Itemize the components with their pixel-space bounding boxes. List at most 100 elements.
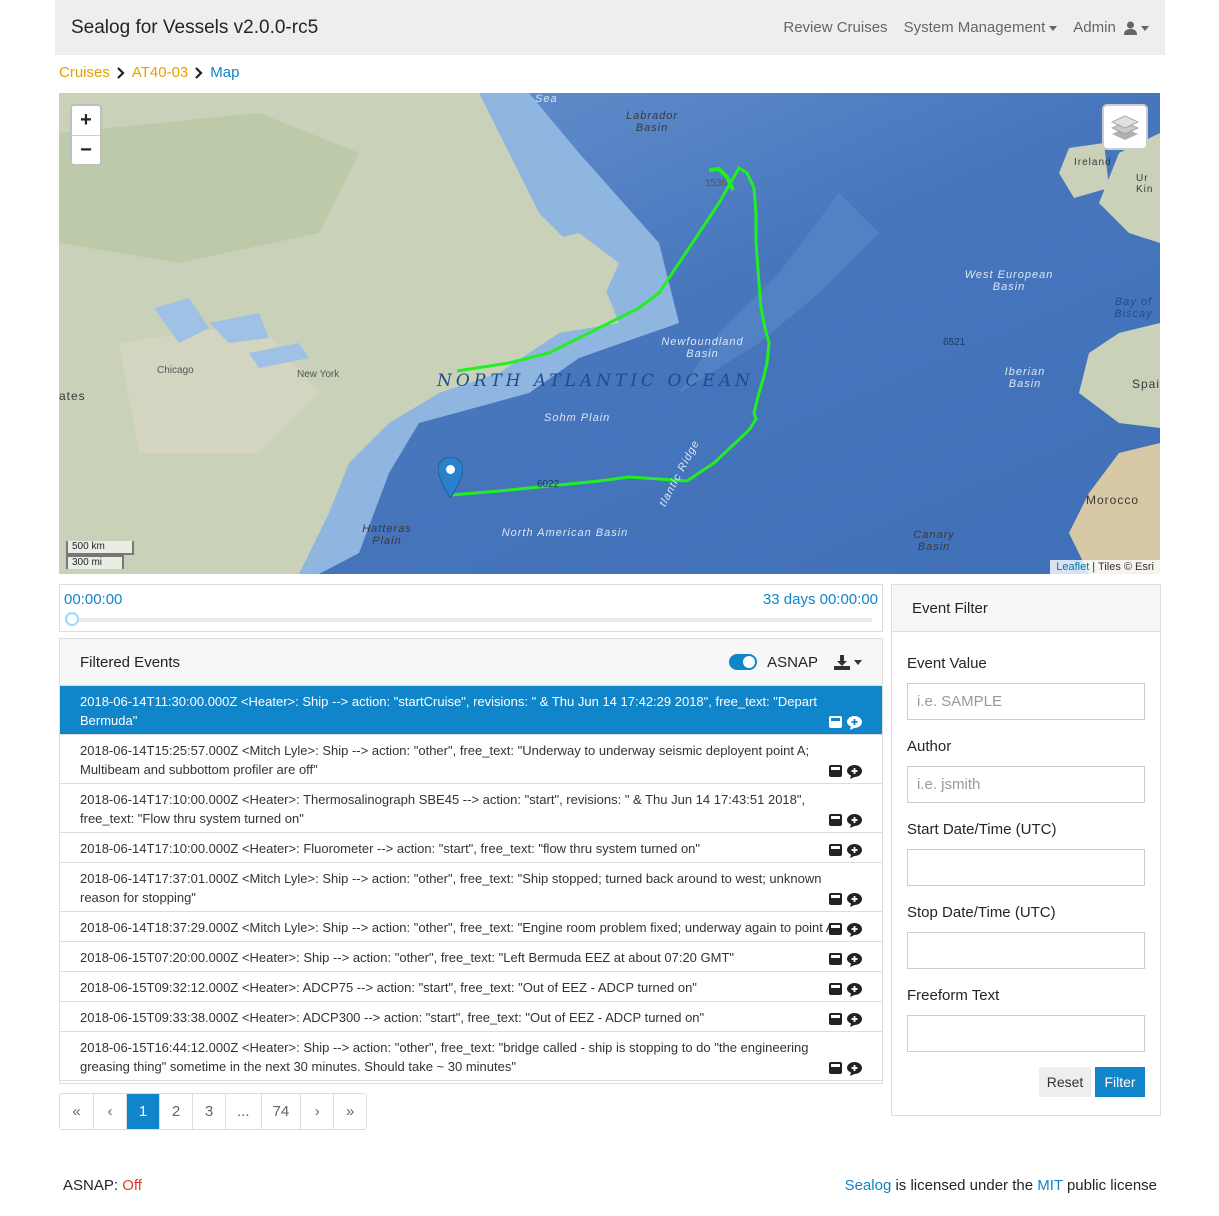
page-first[interactable]: « bbox=[60, 1094, 93, 1129]
freeform-input[interactable] bbox=[907, 1015, 1145, 1052]
comment-icon[interactable] bbox=[847, 1013, 862, 1027]
footer-text: is licensed under the bbox=[891, 1177, 1038, 1194]
mit-link[interactable]: MIT bbox=[1037, 1177, 1063, 1194]
event-actions bbox=[829, 844, 862, 858]
footer-asnap-status: ASNAP: Off bbox=[63, 1177, 142, 1194]
event-row[interactable]: 2018-06-15T16:44:12.000Z <Heater>: Ship … bbox=[60, 1032, 882, 1081]
event-actions bbox=[829, 893, 862, 907]
map-label-newfoundland: Newfoundland Basin bbox=[661, 336, 744, 360]
nav-admin-label: Admin bbox=[1073, 19, 1116, 36]
timeline-handle[interactable] bbox=[65, 612, 79, 626]
event-actions bbox=[829, 765, 862, 779]
nav-system-management[interactable]: System Management bbox=[904, 19, 1058, 36]
breadcrumb-cruise[interactable]: AT40-03 bbox=[132, 64, 188, 81]
ocean-label: NORTH ATLANTIC OCEAN bbox=[437, 371, 754, 391]
save-icon[interactable] bbox=[829, 953, 842, 965]
author-input[interactable] bbox=[907, 766, 1145, 803]
event-row[interactable]: 2018-06-14T17:10:00.000Z <Heater>: Therm… bbox=[60, 784, 882, 833]
reset-button[interactable]: Reset bbox=[1039, 1067, 1091, 1097]
map-label-north-american: North American Basin bbox=[501, 527, 629, 539]
event-row[interactable]: 2018-06-14T17:10:00.000Z <Heater>: Fluor… bbox=[60, 833, 882, 863]
zoom-control: + − bbox=[70, 104, 102, 166]
timeline-end: 33 days 00:00:00 bbox=[762, 591, 878, 608]
events-title: Filtered Events bbox=[80, 653, 181, 671]
map-label-west-european: West European Basin bbox=[964, 269, 1054, 293]
comment-icon[interactable] bbox=[847, 716, 862, 730]
breadcrumb: Cruises AT40-03 Map bbox=[59, 64, 239, 81]
event-actions bbox=[829, 716, 862, 730]
comment-icon[interactable] bbox=[847, 844, 862, 858]
app-brand[interactable]: Sealog for Vessels v2.0.0-rc5 bbox=[71, 17, 318, 39]
leaflet-link[interactable]: Leaflet bbox=[1056, 561, 1089, 573]
event-row[interactable]: 2018-06-14T11:30:00.000Z <Heater>: Ship … bbox=[60, 686, 882, 735]
event-row[interactable]: 2018-06-15T09:32:12.000Z <Heater>: ADCP7… bbox=[60, 972, 882, 1002]
start-datetime-input[interactable] bbox=[907, 849, 1145, 886]
comment-icon[interactable] bbox=[847, 765, 862, 779]
save-icon[interactable] bbox=[829, 765, 842, 777]
comment-icon[interactable] bbox=[847, 893, 862, 907]
sealog-link[interactable]: Sealog bbox=[845, 1177, 892, 1194]
page-2[interactable]: 2 bbox=[159, 1094, 192, 1129]
event-row[interactable]: 2018-06-14T17:37:01.000Z <Mitch Lyle>: S… bbox=[60, 863, 882, 912]
map-label-ireland: Ireland bbox=[1074, 157, 1112, 168]
map-tiles bbox=[59, 93, 1160, 574]
event-actions bbox=[829, 814, 862, 828]
comment-icon[interactable] bbox=[847, 953, 862, 967]
save-icon[interactable] bbox=[829, 844, 842, 856]
comment-icon[interactable] bbox=[847, 923, 862, 937]
event-text: 2018-06-15T16:44:12.000Z <Heater>: Ship … bbox=[80, 1040, 809, 1074]
save-icon[interactable] bbox=[829, 814, 842, 826]
save-icon[interactable] bbox=[829, 1013, 842, 1025]
filtered-events-card: Filtered Events ASNAP 2018-06-14T11:30:0… bbox=[59, 638, 883, 1084]
timeline-track[interactable] bbox=[70, 618, 872, 622]
freeform-label: Freeform Text bbox=[907, 987, 1000, 1004]
event-text: 2018-06-15T07:20:00.000Z <Heater>: Ship … bbox=[80, 950, 735, 965]
event-row[interactable]: 2018-06-15T07:20:00.000Z <Heater>: Ship … bbox=[60, 942, 882, 972]
comment-icon[interactable] bbox=[847, 1062, 862, 1076]
page-next[interactable]: › bbox=[300, 1094, 333, 1129]
pagination: « ‹ 1 2 3 ... 74 › » bbox=[59, 1093, 368, 1130]
comment-icon[interactable] bbox=[847, 814, 862, 828]
footer-text: public license bbox=[1062, 1177, 1157, 1194]
layers-button[interactable] bbox=[1102, 104, 1148, 150]
save-icon[interactable] bbox=[829, 923, 842, 935]
event-text: 2018-06-14T17:37:01.000Z <Mitch Lyle>: S… bbox=[80, 871, 822, 905]
map-label-biscay: Bay of Biscay bbox=[1114, 296, 1153, 320]
map-label-states: ates bbox=[59, 389, 86, 403]
map-label-morocco: Morocco bbox=[1086, 493, 1140, 507]
chevron-down-icon bbox=[1141, 25, 1149, 31]
save-icon[interactable] bbox=[829, 716, 842, 728]
event-actions bbox=[829, 953, 862, 967]
comment-icon[interactable] bbox=[847, 983, 862, 997]
event-row[interactable]: 2018-06-15T09:33:38.000Z <Heater>: ADCP3… bbox=[60, 1002, 882, 1032]
save-icon[interactable] bbox=[829, 893, 842, 905]
page-74[interactable]: 74 bbox=[260, 1094, 301, 1129]
save-icon[interactable] bbox=[829, 983, 842, 995]
nav-admin-menu[interactable]: Admin bbox=[1073, 19, 1149, 36]
location-pin-icon[interactable] bbox=[438, 457, 463, 498]
page-last[interactable]: » bbox=[333, 1094, 366, 1129]
breadcrumb-cruises[interactable]: Cruises bbox=[59, 64, 110, 81]
map-label-iberian: Iberian Basin bbox=[1004, 366, 1046, 390]
save-icon[interactable] bbox=[829, 1062, 842, 1074]
nav-review-cruises[interactable]: Review Cruises bbox=[783, 19, 887, 36]
event-row[interactable]: 2018-06-14T18:37:29.000Z <Mitch Lyle>: S… bbox=[60, 912, 882, 942]
event-value-input[interactable] bbox=[907, 683, 1145, 720]
download-icon bbox=[834, 654, 850, 670]
stop-datetime-input[interactable] bbox=[907, 932, 1145, 969]
city-new-york: New York bbox=[297, 369, 340, 380]
asnap-toggle[interactable] bbox=[729, 654, 758, 670]
zoom-out-button[interactable]: − bbox=[72, 135, 100, 164]
timeline-start: 00:00:00 bbox=[64, 591, 123, 608]
page-1[interactable]: 1 bbox=[126, 1094, 159, 1129]
event-row[interactable]: 2018-06-14T15:25:57.000Z <Mitch Lyle>: S… bbox=[60, 735, 882, 784]
download-menu[interactable] bbox=[834, 654, 862, 670]
page-prev[interactable]: ‹ bbox=[93, 1094, 126, 1129]
footer-asnap-label: ASNAP: bbox=[63, 1177, 123, 1194]
filter-button[interactable]: Filter bbox=[1095, 1067, 1145, 1097]
page-3[interactable]: 3 bbox=[192, 1094, 225, 1129]
zoom-in-button[interactable]: + bbox=[72, 106, 100, 135]
asnap-label: ASNAP bbox=[767, 653, 818, 671]
events-header: Filtered Events ASNAP bbox=[60, 639, 882, 686]
cruise-map[interactable]: NORTH ATLANTIC OCEAN Labrador Basin Newf… bbox=[59, 93, 1160, 574]
